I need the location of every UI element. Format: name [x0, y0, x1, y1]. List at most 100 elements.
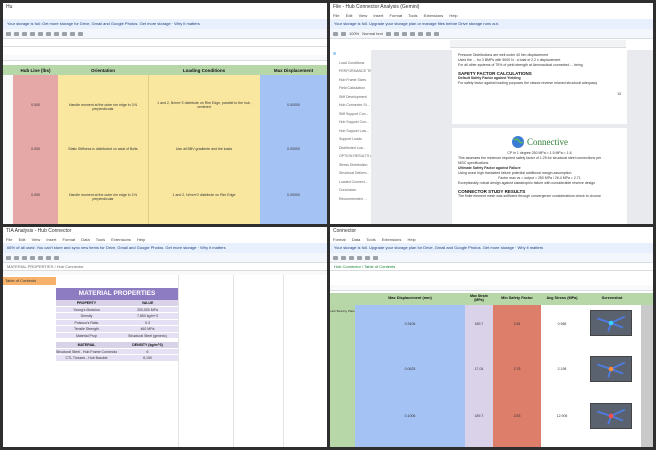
menu-bar[interactable]: File Edit View Insert Format Data Tools … [3, 236, 327, 243]
menu-insert[interactable]: Insert [373, 13, 383, 18]
bold-icon[interactable] [30, 255, 35, 260]
table-cell[interactable]: Handle moment at the outer rim edge in 3… [61, 103, 145, 111]
table-cell[interactable]: 1 and 2, N/mm^2 distribute on Rim Edge, … [151, 101, 257, 109]
table-cell[interactable]: 0.00000 [260, 193, 327, 197]
table-cell[interactable]: 0.0633 [355, 367, 465, 371]
simulation-screenshot-image[interactable] [590, 356, 632, 382]
property-cell[interactable]: Tensile Strength [56, 326, 117, 332]
table-cell[interactable]: 0.000 [13, 193, 58, 197]
print-icon[interactable] [349, 255, 354, 260]
toolbar[interactable] [3, 253, 327, 263]
value-cell[interactable]: 7,850 kg/m^3 [117, 313, 178, 319]
table-cell[interactable]: 0.000 [13, 103, 58, 107]
undo-icon[interactable] [6, 255, 11, 260]
table-cell[interactable]: 0.1006 [355, 414, 465, 418]
outline-item[interactable]: Support Loads [330, 135, 371, 144]
menu-view[interactable]: View [32, 237, 41, 242]
bold-icon[interactable] [30, 31, 35, 36]
menu-help[interactable]: Help [137, 237, 145, 242]
table-cell[interactable]: 17.04 [465, 367, 493, 371]
menu-bar[interactable] [3, 12, 327, 19]
row-label[interactable]: Hub Bearing Plate [330, 309, 355, 313]
outline-item[interactable]: Distributed Loa... [330, 144, 371, 153]
menu-insert[interactable]: Insert [46, 237, 56, 242]
property-cell[interactable]: Poisson's Ratio [56, 320, 117, 326]
scroll-gutter[interactable] [641, 305, 653, 447]
list-icon[interactable] [433, 31, 439, 36]
value-cell[interactable]: 0.3 [117, 320, 178, 326]
formula-bar[interactable]: MATERIAL PROPERTIES / Hub Connector [3, 263, 327, 271]
column-headers[interactable] [330, 285, 653, 291]
table-cell[interactable]: 0.00000 [260, 147, 327, 151]
toolbar[interactable] [3, 29, 327, 39]
table-cell[interactable]: 189.7 [465, 322, 493, 326]
outline-item[interactable]: Hub Support Con... [330, 118, 371, 127]
table-cell[interactable]: 1 and 2, N/mm^2 distribute on Rim Edge [151, 193, 257, 197]
borders-icon[interactable] [62, 31, 67, 36]
image-icon[interactable] [417, 31, 423, 36]
table-cell[interactable]: Use all BBV gradiente and the loads [151, 147, 257, 151]
outline-item[interactable]: OPTION RESULTS A... [330, 152, 371, 161]
outline-toggle[interactable]: ☰ [330, 50, 371, 59]
outline-item[interactable]: Field Calculation [330, 84, 371, 93]
menu-tools[interactable]: Tools [96, 237, 105, 242]
toolbar[interactable] [330, 253, 653, 263]
menu-edit[interactable]: Edit [346, 13, 353, 18]
fill-color-icon[interactable] [373, 255, 378, 260]
menu-extensions[interactable]: Extensions [382, 237, 402, 242]
outline-item[interactable]: Stiff Development [330, 93, 371, 102]
table-cell[interactable]: 12.905 [541, 414, 583, 418]
borders-icon[interactable] [54, 255, 59, 260]
material-cell[interactable]: CTL Trusses - Hub Bracket [56, 355, 117, 361]
align-icon[interactable] [78, 31, 83, 36]
undo-icon[interactable] [333, 255, 338, 260]
text-color-icon[interactable] [46, 31, 51, 36]
value-cell[interactable]: 460 MPa [117, 326, 178, 332]
redo-icon[interactable] [14, 255, 19, 260]
bold-icon[interactable] [385, 31, 391, 36]
menu-help[interactable]: Help [407, 237, 415, 242]
outline-item[interactable]: Hub Support Low... [330, 127, 371, 136]
menu-data[interactable]: Data [81, 237, 89, 242]
property-cell[interactable]: Material Prop [56, 333, 117, 339]
zoom-select[interactable]: 100% [349, 31, 359, 36]
outline-item[interactable]: PERFORMANCE TES... [330, 67, 371, 76]
menu-format[interactable]: Format [62, 237, 75, 242]
menu-tools[interactable]: Tools [366, 237, 375, 242]
toolbar[interactable]: 100% Normal text [330, 29, 653, 39]
redo-icon[interactable] [341, 255, 346, 260]
menu-tools[interactable]: Tools [408, 13, 417, 18]
formula-bar[interactable] [3, 39, 327, 47]
fill-color-icon[interactable] [46, 255, 51, 260]
value-cell[interactable]: 6 [117, 349, 178, 355]
link-icon[interactable] [409, 31, 415, 36]
table-cell[interactable]: Static Stiffness is distributed on axial… [61, 147, 145, 151]
table-cell[interactable]: 2.198 [541, 367, 583, 371]
undo-icon[interactable] [333, 31, 338, 36]
property-cell[interactable]: Young's Modulus [56, 307, 117, 313]
menu-format[interactable]: Format [389, 13, 402, 18]
table-cell[interactable]: 0.00000 [260, 103, 327, 107]
table-cell[interactable]: 0.968 [541, 322, 583, 326]
table-cell[interactable]: 2.54 [493, 322, 541, 326]
table-cell[interactable]: 0.3406 [355, 322, 465, 326]
menu-data[interactable]: Data [352, 237, 360, 242]
align-icon[interactable] [425, 31, 431, 36]
merge-icon[interactable] [70, 31, 75, 36]
outline-item[interactable]: Conclusion [330, 186, 371, 195]
value-cell[interactable]: 200,000 MPa [117, 307, 178, 313]
material-cell[interactable]: Structural Steel - Hub Frame Connectors [56, 349, 117, 355]
menu-bar[interactable]: File Edit View Insert Format Tools Exten… [330, 12, 653, 19]
table-cell[interactable]: 189.7 [465, 414, 493, 418]
italic-icon[interactable] [38, 31, 43, 36]
menu-format[interactable]: Format [333, 237, 346, 242]
underline-icon[interactable] [401, 31, 407, 36]
outline-item[interactable]: Loaded Connect... [330, 178, 371, 187]
table-row[interactable]: CTL Trusses - Hub Bracket 8,150 [56, 355, 178, 362]
redo-icon[interactable] [341, 31, 346, 36]
value-cell[interactable]: 8,150 [117, 355, 178, 361]
value-cell[interactable]: Structural Steel (generic) [117, 333, 178, 339]
simulation-screenshot-image[interactable] [590, 403, 632, 429]
outline-item[interactable]: Recommended ... [330, 195, 371, 204]
menu-extensions[interactable]: Extensions [424, 13, 444, 18]
